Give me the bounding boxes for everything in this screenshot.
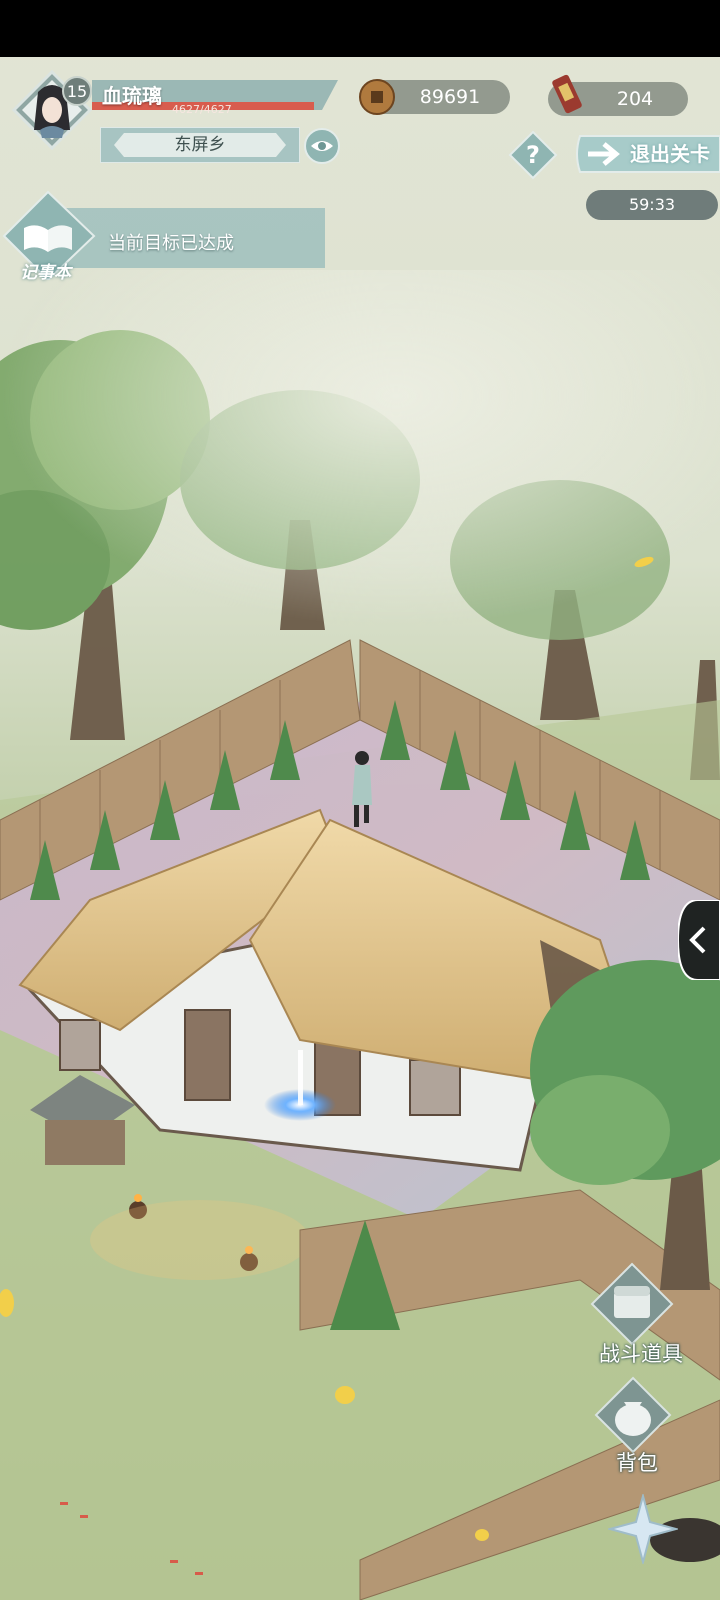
quest-status-text: 当前目标已达成 xyxy=(108,233,234,254)
backpack-button[interactable] xyxy=(594,1376,672,1454)
notebook-label: 记事本 xyxy=(20,263,71,283)
hp-text: 4627/4627 xyxy=(172,103,232,116)
status-bar xyxy=(0,0,720,57)
chevron-left-icon xyxy=(676,899,720,981)
battle-items-button[interactable] xyxy=(590,1262,674,1346)
token-value: 204 xyxy=(616,88,654,110)
chest-icon xyxy=(590,1262,674,1346)
exit-stage-label: 退出关卡 xyxy=(630,142,710,166)
copper-coin-icon xyxy=(358,78,396,116)
battle-items-label: 战斗道具 xyxy=(599,1342,683,1366)
sparkle-icon xyxy=(606,1492,680,1566)
stage-timer: 59:33 xyxy=(586,190,718,220)
backpack-label: 背包 xyxy=(616,1451,658,1475)
skill-button[interactable] xyxy=(606,1492,680,1566)
bag-icon xyxy=(594,1376,672,1454)
location-name: 东屏乡 xyxy=(174,135,226,155)
question-icon: ? xyxy=(508,130,558,180)
side-panel-toggle[interactable] xyxy=(676,899,720,981)
player-level-badge: 15 xyxy=(62,76,92,106)
svg-text:?: ? xyxy=(526,141,540,169)
player-name: 血琉璃 xyxy=(102,84,162,108)
eye-icon xyxy=(304,128,340,164)
eye-button[interactable] xyxy=(304,128,340,164)
token-scroll-icon xyxy=(548,70,588,120)
help-button[interactable]: ? xyxy=(508,130,558,180)
coin-value: 89691 xyxy=(419,86,481,108)
